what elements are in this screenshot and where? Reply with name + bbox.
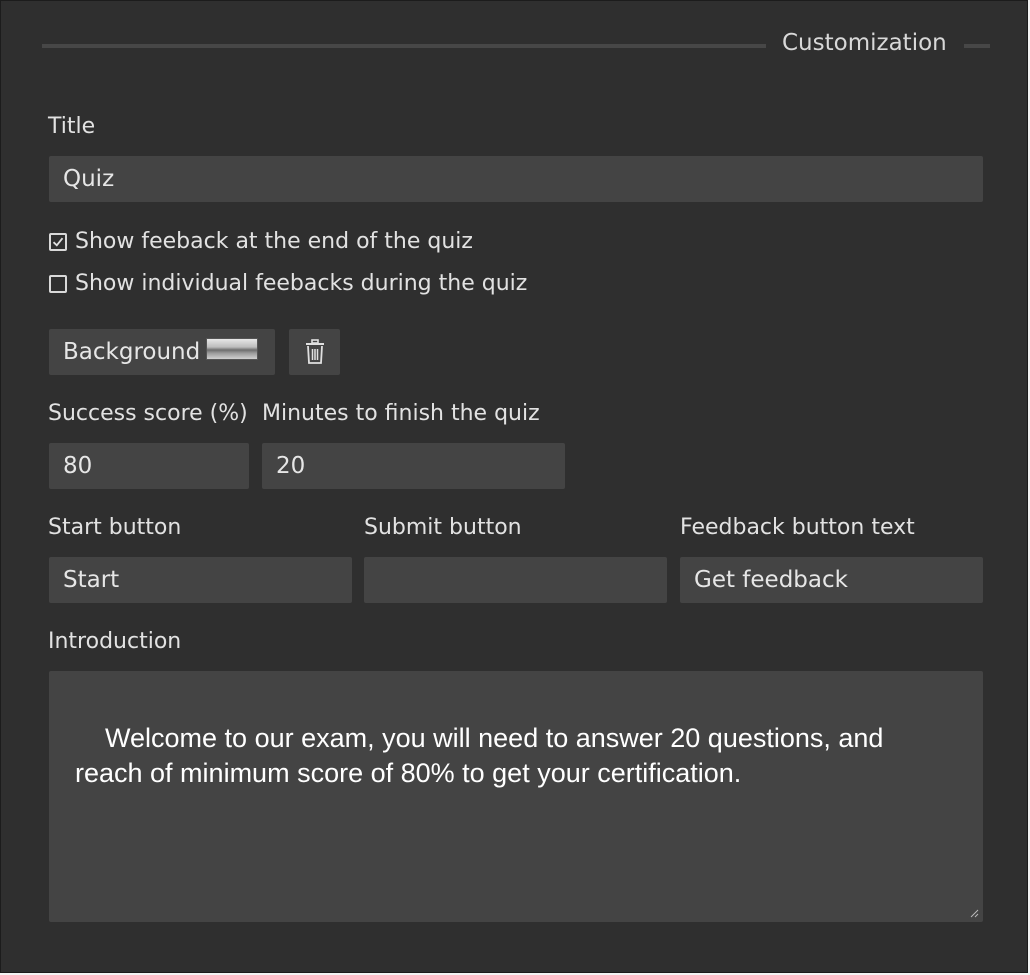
start-button-input[interactable]: Start <box>49 557 352 603</box>
delete-background-button[interactable] <box>289 329 340 375</box>
submit-button-input[interactable] <box>364 557 667 603</box>
start-button-label: Start button <box>48 515 182 540</box>
resize-grip-icon[interactable] <box>969 908 979 918</box>
customization-panel: Customization Title Quiz Show feeback at… <box>0 0 1028 973</box>
minutes-input[interactable]: 20 <box>262 443 565 489</box>
introduction-label: Introduction <box>48 629 182 654</box>
checkbox-checked[interactable] <box>49 232 67 251</box>
show-individual-feedbacks-option[interactable]: Show individual feebacks during the quiz <box>49 271 527 296</box>
introduction-text: Welcome to our exam, you will need to an… <box>75 723 891 788</box>
section-divider-right <box>964 44 990 48</box>
background-button[interactable]: Background <box>49 329 275 375</box>
success-score-input[interactable]: 80 <box>49 443 249 489</box>
checkmark-icon <box>52 237 64 247</box>
section-divider-left <box>42 44 766 48</box>
section-header: Customization <box>42 27 990 65</box>
feedback-button-label: Feedback button text <box>680 515 915 540</box>
submit-button-label: Submit button <box>364 515 522 540</box>
introduction-textarea[interactable]: Welcome to our exam, you will need to an… <box>49 671 983 922</box>
show-feedback-end-option[interactable]: Show feeback at the end of the quiz <box>49 229 473 254</box>
feedback-button-input[interactable]: Get feedback <box>680 557 983 603</box>
show-individual-feedbacks-label: Show individual feebacks during the quiz <box>75 271 528 296</box>
background-thumbnail <box>206 338 259 360</box>
trash-icon <box>305 339 324 364</box>
background-button-label: Background <box>63 339 201 365</box>
checkbox-unchecked[interactable] <box>49 274 67 293</box>
title-input[interactable]: Quiz <box>49 156 983 202</box>
success-score-label: Success score (%) <box>48 401 248 426</box>
show-feedback-end-label: Show feeback at the end of the quiz <box>75 229 473 254</box>
minutes-label: Minutes to finish the quiz <box>262 401 540 426</box>
title-label: Title <box>48 114 96 139</box>
section-title: Customization <box>782 30 947 56</box>
